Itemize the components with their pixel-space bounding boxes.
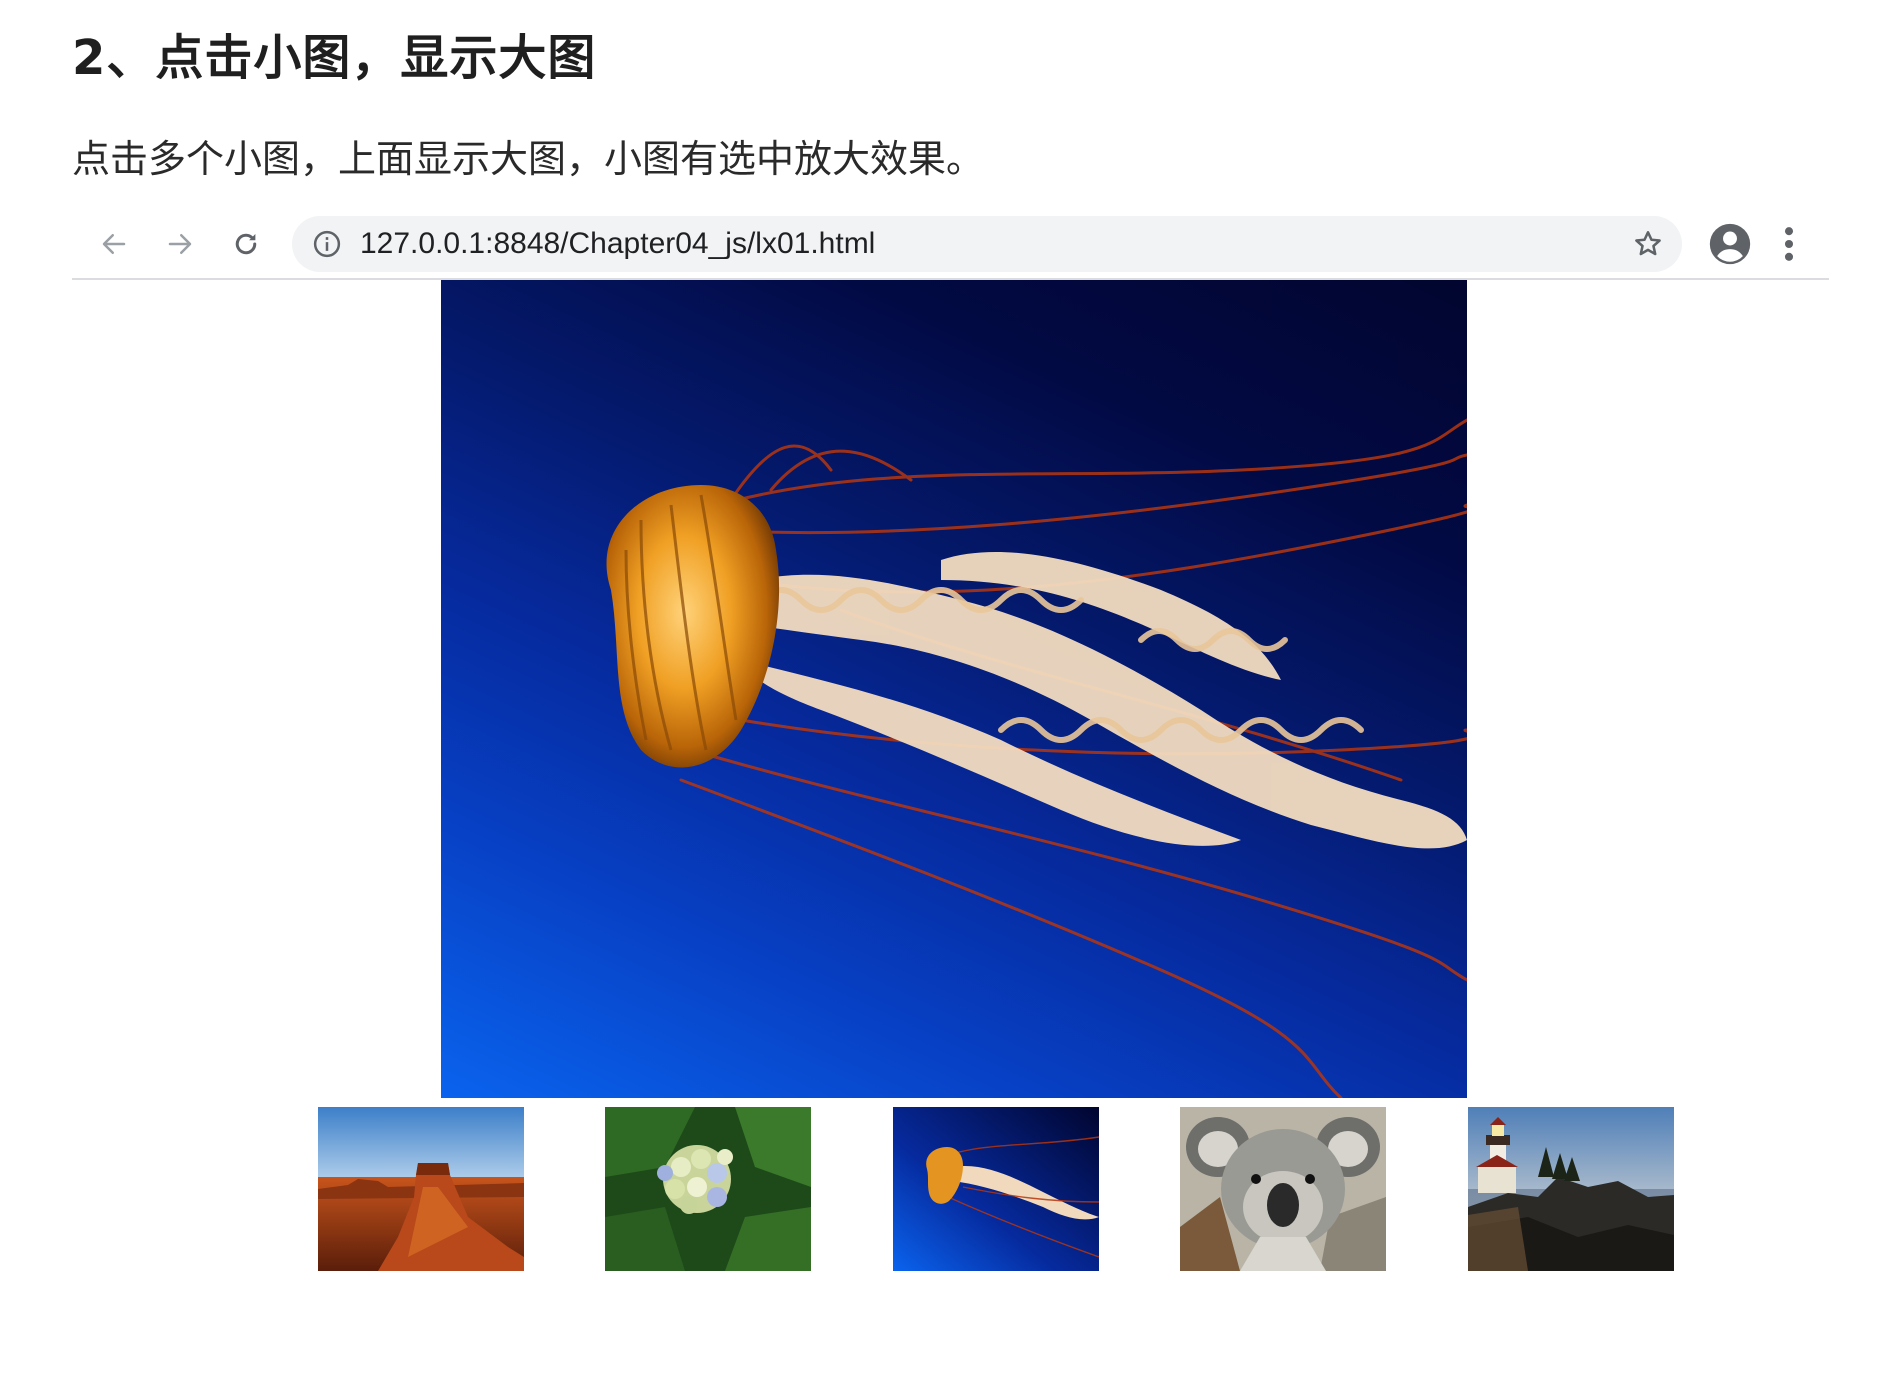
section-description: 点击多个小图，上面显示大图，小图有选中放大效果。 (72, 137, 985, 181)
main-image-jellyfish (441, 280, 1467, 1098)
arrow-right-icon (168, 234, 192, 254)
forward-button[interactable] (158, 222, 202, 266)
more-vertical-icon[interactable] (1774, 222, 1804, 266)
url-text[interactable]: 127.0.0.1:8848/Chapter04_js/lx01.html (360, 226, 875, 262)
star-icon[interactable] (1632, 228, 1664, 260)
thumbnail-strip (318, 1107, 1674, 1271)
thumbnail-hydrangea[interactable] (605, 1107, 811, 1271)
thumbnail-desert[interactable] (318, 1107, 524, 1271)
address-bar[interactable]: 127.0.0.1:8848/Chapter04_js/lx01.html (292, 216, 1682, 272)
browser-toolbar: 127.0.0.1:8848/Chapter04_js/lx01.html (72, 210, 1829, 280)
reload-icon (235, 233, 257, 255)
account-icon[interactable] (1708, 222, 1752, 266)
reload-button[interactable] (224, 222, 268, 266)
info-icon[interactable] (312, 229, 342, 259)
arrow-left-icon (102, 234, 126, 254)
thumbnail-lighthouse[interactable] (1468, 1107, 1674, 1271)
back-button[interactable] (92, 222, 136, 266)
section-heading: 2、点击小图，显示大图 (72, 30, 597, 86)
thumbnail-koala[interactable] (1180, 1107, 1386, 1271)
thumbnail-jellyfish[interactable] (893, 1107, 1099, 1271)
